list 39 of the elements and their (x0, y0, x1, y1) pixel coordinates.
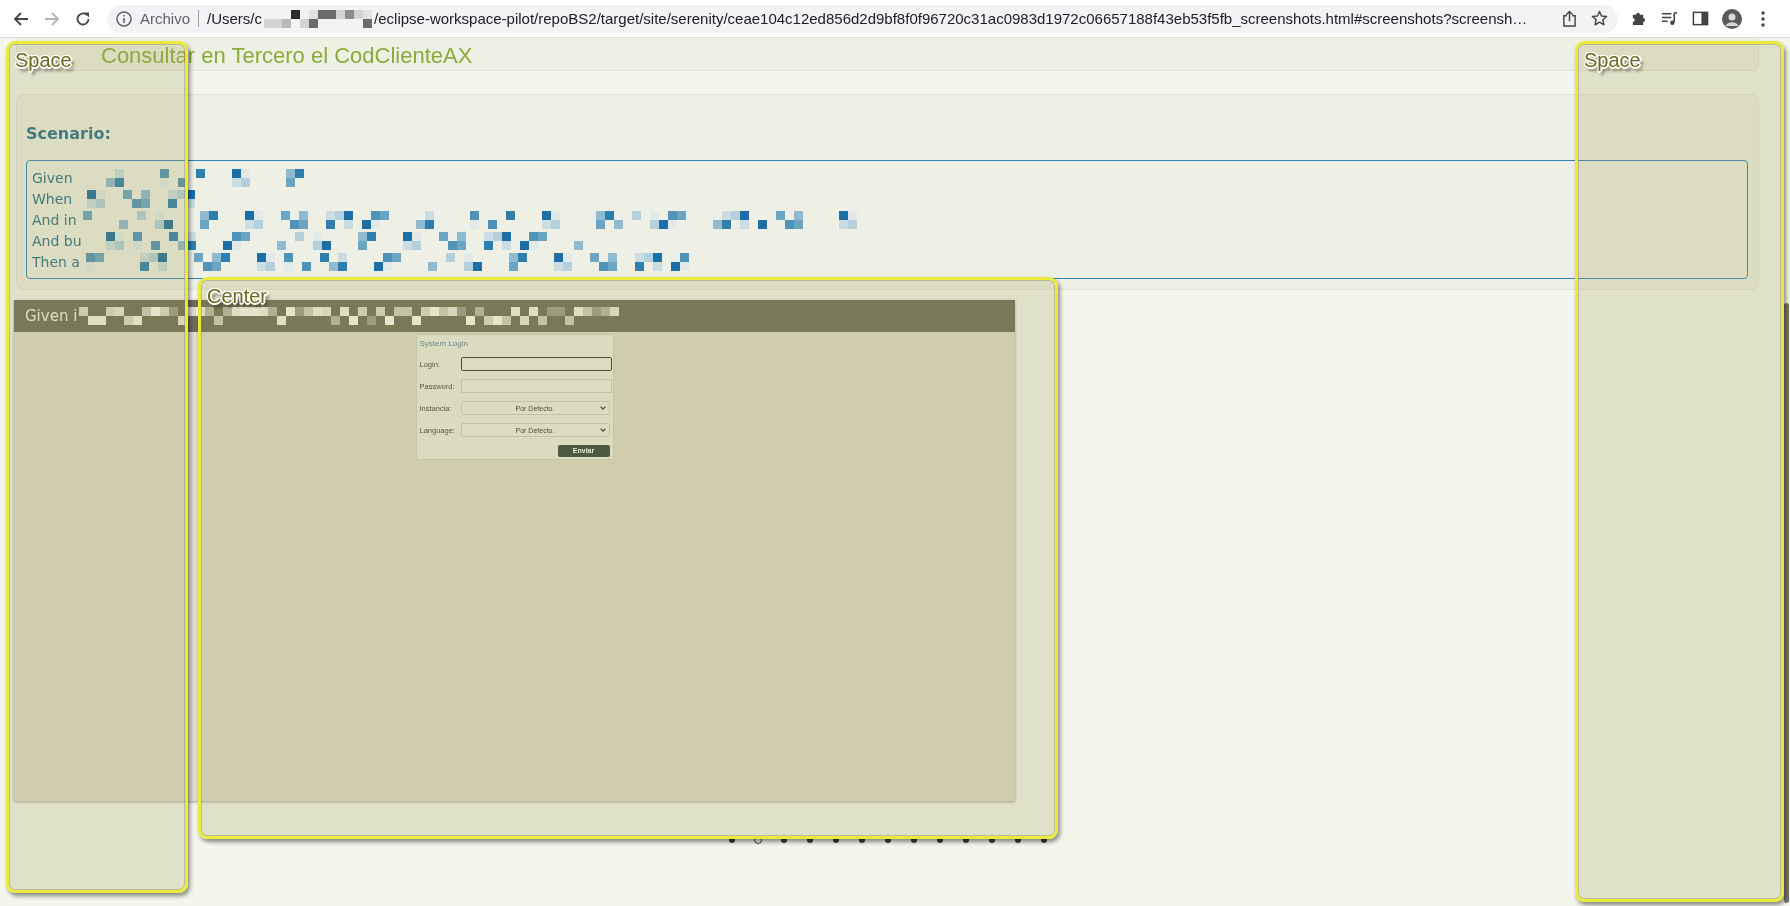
carousel-dot[interactable] (937, 837, 943, 843)
carousel-dot[interactable] (1015, 837, 1021, 843)
annotation-label: Space (15, 49, 72, 72)
screenshot-caption: Given i (25, 307, 78, 325)
scrollbar-thumb[interactable] (1784, 303, 1789, 903)
annotation-label: Space (1584, 49, 1641, 72)
carousel-dot[interactable] (911, 837, 917, 843)
url-text: /Users/c (207, 10, 263, 27)
scenario-step-text: Given (32, 169, 73, 186)
caret-icon (599, 428, 606, 432)
address-bar[interactable]: Archivo /Users/c /eclipse-workspace-pilot/repoBS2/target/site/serenity/ceae104c12ed856d2d9bf8f0f96720c31ac0983d1972c06657188f43eb53f5fb_screenshots.html#screenshots?screensh… (107, 4, 1618, 33)
url-text: /eclipse-workspace-pilot/repoBS2/target/site/serenity/ceae104c12ed856d2d9bf8f0f96720c31ac0983d1972c06657188f43eb53f5fb_screenshots.html#screenshots?screensh… (374, 10, 1528, 27)
scenario-step-text: Then a (32, 253, 80, 270)
profile-avatar[interactable] (1722, 8, 1742, 29)
login-title: System Login (419, 339, 469, 349)
carousel-dot[interactable] (781, 837, 787, 843)
star-icon[interactable] (1591, 10, 1608, 27)
puzzle-icon[interactable] (1630, 10, 1647, 27)
carousel-dot[interactable] (859, 837, 865, 843)
playlist-icon[interactable] (1661, 10, 1678, 27)
scenario-step-text: And in (32, 211, 77, 228)
carousel-dot[interactable] (885, 837, 891, 843)
carousel-dot[interactable] (833, 837, 839, 843)
address-label: Archivo (140, 10, 191, 27)
menu-icon[interactable] (1761, 10, 1765, 27)
carousel-dot[interactable] (963, 837, 969, 843)
text-field[interactable] (460, 357, 612, 371)
back-button[interactable] (12, 9, 30, 28)
side-panel-icon[interactable] (1692, 10, 1709, 27)
scenario-heading: Scenario: (26, 124, 112, 144)
share-icon[interactable] (1562, 10, 1577, 27)
carousel-dot[interactable] (989, 837, 995, 843)
info-icon[interactable] (116, 10, 132, 27)
carousel-dot[interactable] (729, 837, 735, 843)
scenario-step-text: And bu (32, 232, 82, 249)
carousel-dot[interactable] (1041, 837, 1047, 843)
caret-icon (599, 406, 606, 410)
scenario-step-text: When (32, 190, 73, 207)
carousel-dot[interactable] (807, 837, 813, 843)
